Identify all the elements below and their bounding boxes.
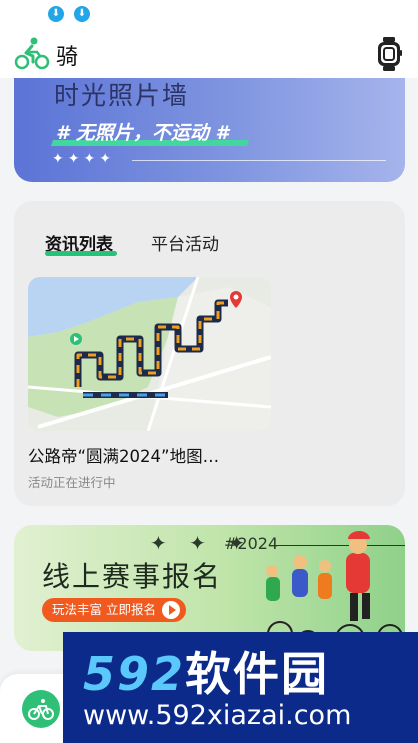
signup-button[interactable]: 玩法丰富 立即报名: [42, 598, 186, 622]
news-item-status: 活动正在进行中: [28, 475, 116, 490]
banner-title: 线上赛事报名: [42, 560, 223, 593]
bicycle-icon: [28, 699, 54, 720]
photo-wall-banner[interactable]: 时光照片墙 # 无照片，不运动 # ✦✦✦✦: [14, 78, 405, 182]
sparkle-icons: ✦✦✦✦: [52, 151, 115, 167]
watermark: 592软件园 www.592xiazai.com: [63, 632, 418, 743]
signup-button-label: 玩法丰富 立即报名: [52, 602, 156, 617]
watermark-logo-digits: 592: [83, 647, 186, 701]
banner-slogan: # 无照片，不运动 #: [56, 122, 229, 144]
news-item-title[interactable]: 公路帝“圆满2024”地图…: [28, 443, 219, 467]
divider: [132, 160, 386, 161]
tab-platform-events[interactable]: 平台活动: [151, 230, 219, 255]
nav-ride-button[interactable]: [22, 690, 60, 728]
news-card: 资讯列表 平台活动 公路帝“圆满2024”地图… 活动正在进行中: [14, 201, 405, 506]
smartwatch-icon[interactable]: [376, 37, 402, 71]
news-thumbnail-map[interactable]: [28, 277, 271, 431]
active-tab-indicator: [45, 251, 117, 256]
page-title: 骑: [56, 45, 79, 70]
route-map-image: [28, 277, 271, 431]
app-header: 骑: [0, 30, 418, 78]
watermark-url: www.592xiazai.com: [83, 700, 352, 731]
status-bar: ⬇ ⬇: [0, 0, 418, 30]
banner-title: 时光照片墙: [54, 81, 190, 110]
watermark-logo: 592软件园: [83, 638, 329, 704]
download-icon: ⬇: [48, 6, 64, 22]
watermark-logo-text: 软件园: [185, 647, 330, 701]
play-icon: [162, 601, 180, 619]
bicycle-icon[interactable]: [14, 35, 50, 71]
download-icon: ⬇: [74, 6, 90, 22]
